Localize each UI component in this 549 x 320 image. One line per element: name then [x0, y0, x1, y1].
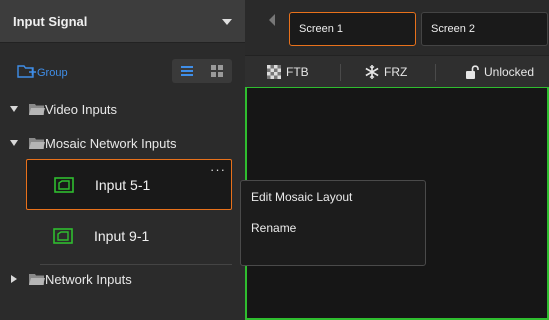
menu-item-rename[interactable]: Rename: [251, 221, 296, 235]
group-label: Group: [37, 67, 68, 79]
screen-tab-bar: Screen 1 Screen 2: [245, 0, 549, 55]
input-item-5-1[interactable]: Input 5-1 ···: [26, 159, 232, 210]
input-source-icon: [53, 228, 73, 244]
input-item-9-1[interactable]: Input 9-1: [26, 211, 232, 262]
input-source-icon: [54, 177, 74, 193]
list-view-icon: [181, 66, 193, 76]
ftb-button[interactable]: FTB: [267, 56, 309, 88]
folder-icon: [29, 274, 45, 285]
triangle-right-icon[interactable]: [10, 275, 18, 283]
group-folder-icon: [17, 65, 36, 78]
view-toggle: [172, 59, 232, 83]
divider: [435, 64, 436, 81]
unlock-icon: [466, 65, 479, 79]
tree-label-network-inputs: Network Inputs: [45, 271, 132, 287]
triangle-down-icon[interactable]: [10, 139, 18, 147]
add-group-button[interactable]: Group: [17, 61, 68, 79]
divider: [340, 64, 341, 81]
input-signal-panel: Input Signal Group Video Inputs Mosaic N…: [0, 0, 245, 320]
more-options-icon[interactable]: ···: [210, 163, 226, 176]
tab-screen-2[interactable]: Screen 2: [421, 12, 548, 46]
frz-label: FRZ: [384, 65, 408, 79]
grid-view-icon: [211, 65, 223, 77]
tree-group-mosaic-network-inputs[interactable]: Mosaic Network Inputs: [0, 130, 245, 156]
divider: [40, 264, 232, 265]
menu-item-edit-mosaic-layout[interactable]: Edit Mosaic Layout: [251, 190, 352, 204]
chevron-left-icon[interactable]: [267, 14, 277, 26]
tab-screen-1[interactable]: Screen 1: [289, 12, 416, 46]
grid-view-button[interactable]: [202, 59, 232, 83]
triangle-down-icon[interactable]: [10, 105, 18, 113]
input-label: Input 9-1: [94, 228, 150, 244]
tree-label-video-inputs: Video Inputs: [45, 101, 118, 117]
tree-group-video-inputs[interactable]: Video Inputs: [0, 96, 245, 122]
action-bar: FTB FRZ Unlocked: [245, 55, 549, 87]
lock-label: Unlocked: [484, 65, 535, 79]
lock-button[interactable]: Unlocked: [465, 56, 534, 88]
frz-button[interactable]: FRZ: [365, 56, 407, 88]
tree-label-mosaic-network-inputs: Mosaic Network Inputs: [45, 135, 177, 151]
panel-title: Input Signal: [13, 14, 88, 29]
checker-icon: [267, 65, 281, 79]
list-view-button[interactable]: [172, 59, 202, 83]
tree-group-network-inputs[interactable]: Network Inputs: [0, 266, 245, 292]
panel-header[interactable]: Input Signal: [0, 0, 245, 43]
input-label: Input 5-1: [95, 177, 151, 193]
panel-toolbar: Group: [0, 43, 245, 90]
folder-icon: [29, 104, 45, 115]
folder-icon: [29, 138, 45, 149]
ftb-label: FTB: [286, 65, 309, 79]
chevron-down-icon[interactable]: [222, 18, 232, 26]
context-menu: Edit Mosaic Layout Rename: [240, 180, 426, 266]
snowflake-icon: [365, 65, 379, 79]
